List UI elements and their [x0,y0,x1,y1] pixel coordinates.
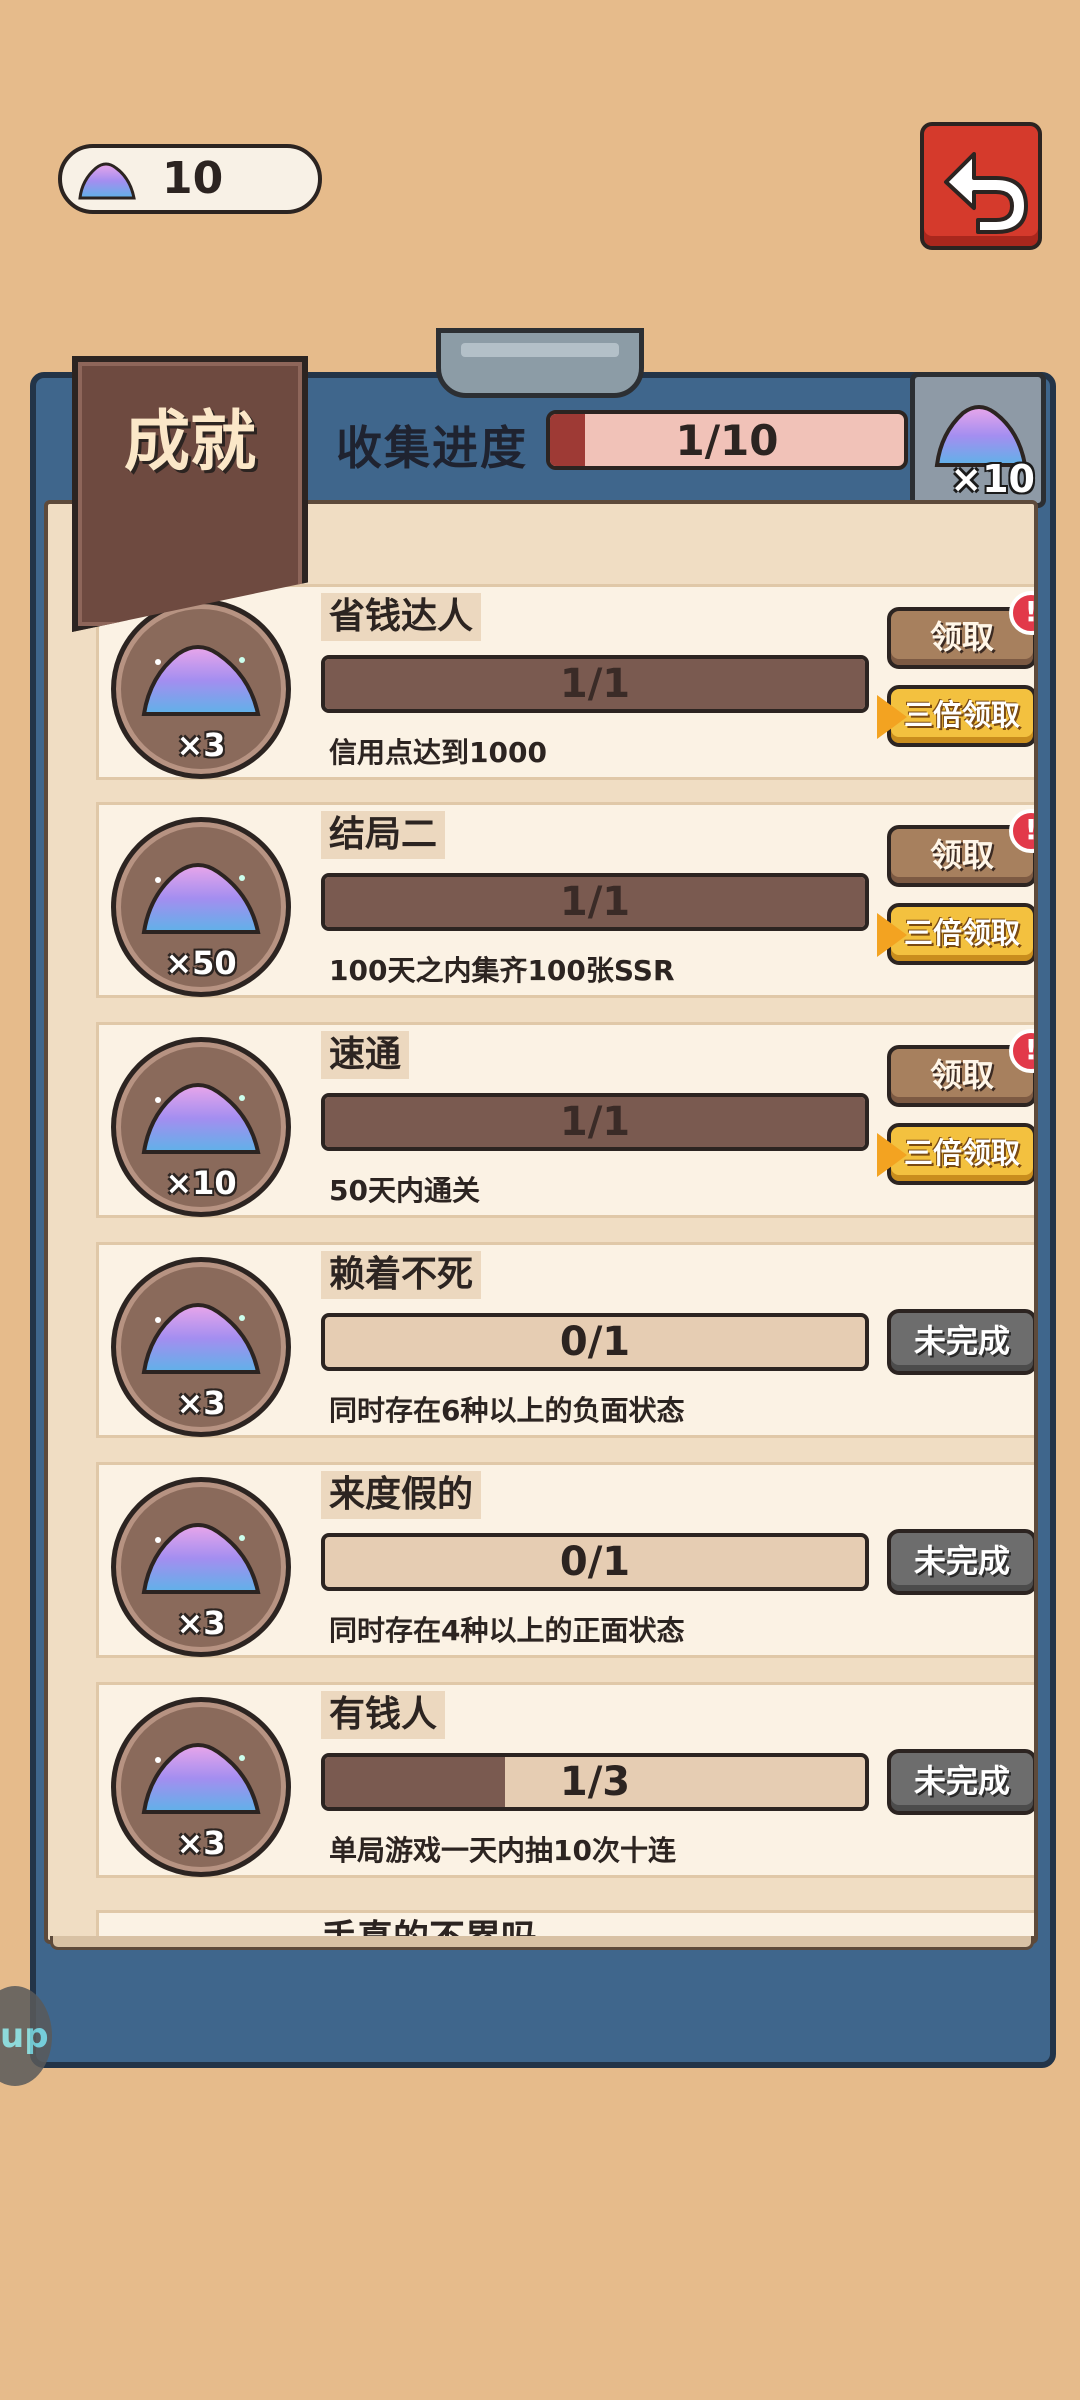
achievement-row: ×3 省钱达人 1/1 信用点达到1000 领取! 三倍领取 [96,584,1034,780]
currency-counter: 10 [58,144,322,214]
achievement-progress-bar: 1/1 [321,655,869,713]
video-play-icon [877,695,907,739]
collect-progress-label: 收集进度 [336,421,528,475]
back-button[interactable] [920,122,1042,250]
triple-claim-button[interactable]: 三倍领取 [877,685,1034,747]
reward-multiplier: ×3 [176,1824,226,1862]
triple-claim-button[interactable]: 三倍领取 [877,903,1034,965]
achievement-progress-bar: 1/1 [321,873,869,931]
achievement-title: 结局二 [321,811,446,859]
incomplete-button: 未完成 [887,1529,1034,1595]
page-title: 成就 [124,403,256,480]
achievement-progress-bar: 1/3 [321,1753,869,1811]
reward-gem-badge: ×50 [111,817,291,997]
achievement-progress-text: 1/3 [559,1759,631,1805]
achievement-progress-text: 0/1 [559,1319,631,1365]
incomplete-button: 未完成 [887,1309,1034,1375]
video-play-icon [877,1133,907,1177]
achievement-description: 信用点达到1000 [329,736,547,769]
achievement-description: 50天内通关 [329,1174,480,1207]
achievement-description: 100天之内集齐100张SSR [329,954,675,987]
achievement-row: ×3 赖着不死 0/1 同时存在6种以上的负面状态 未完成 [96,1242,1034,1438]
achievement-description: 单局游戏一天内抽10次十连 [329,1834,676,1867]
triple-claim-label: 三倍领取 [903,1136,1020,1170]
floating-bubble-label: up [0,2016,49,2056]
gem-icon [141,863,261,934]
gem-icon [78,162,136,200]
achievement-title: 来度假的 [321,1471,482,1519]
achievement-title: 速通 [321,1031,410,1079]
gem-icon [141,1523,261,1594]
achievement-progress-text: 1/1 [559,1099,631,1145]
achievement-row: ×50 结局二 1/1 100天之内集齐100张SSR 领取! 三倍领取 [96,802,1034,998]
achievement-progress-bar: 1/1 [321,1093,869,1151]
collection-reward-box[interactable]: ×10 [910,372,1046,508]
achievement-row: ×3 来度假的 0/1 同时存在4种以上的正面状态 未完成 [96,1462,1034,1658]
achievement-title: 有钱人 [321,1691,446,1739]
reward-multiplier: ×50 [165,944,237,982]
reward-multiplier: ×3 [176,1604,226,1642]
triple-claim-label: 三倍领取 [903,698,1020,732]
reward-gem-badge: ×3 [111,1257,291,1437]
paper-edge [50,1936,1034,1950]
reward-multiplier: ×3 [176,1384,226,1422]
incomplete-button: 未完成 [887,1749,1034,1815]
collect-progress-bar: 1/10 [546,410,908,470]
video-play-icon [877,913,907,957]
achievement-progress-text: 0/1 [559,1539,631,1585]
achievement-progress-text: 1/1 [559,661,631,707]
reward-gem-badge: ×3 [111,1697,291,1877]
achievement-progress-text: 1/1 [559,879,631,925]
achievement-description: 同时存在4种以上的正面状态 [329,1614,685,1647]
gem-icon [141,1083,261,1154]
gem-icon [141,1303,261,1374]
board-clip [436,328,644,398]
gem-icon [141,645,261,716]
gem-icon [141,1743,261,1814]
collection-reward-count: ×10 [950,457,1035,501]
achievement-title: 赖着不死 [321,1251,482,1299]
reward-gem-badge: ×10 [111,1037,291,1217]
reward-gem-badge: ×3 [111,599,291,779]
achievement-title: 省钱达人 [321,593,482,641]
achievement-list[interactable]: 手真的不累吗 ×3 省钱达人 1/1 信用点达到1000 领取! 三倍领取 ×50 结局二 1/… [44,500,1038,1944]
back-arrow-icon [944,152,1028,234]
achievement-description: 同时存在6种以上的负面状态 [329,1394,685,1427]
triple-claim-label: 三倍领取 [903,916,1020,950]
achievement-row: ×10 速通 1/1 50天内通关 领取! 三倍领取 [96,1022,1034,1218]
achievement-progress-bar: 0/1 [321,1533,869,1591]
achievement-progress-bar: 0/1 [321,1313,869,1371]
reward-gem-badge: ×3 [111,1477,291,1657]
collect-progress-text: 1/10 [675,416,779,465]
reward-multiplier: ×3 [176,726,226,764]
triple-claim-button[interactable]: 三倍领取 [877,1123,1034,1185]
achievement-row: ×3 有钱人 1/3 单局游戏一天内抽10次十连 未完成 [96,1682,1034,1878]
reward-multiplier: ×10 [165,1164,237,1202]
currency-value: 10 [162,153,224,204]
